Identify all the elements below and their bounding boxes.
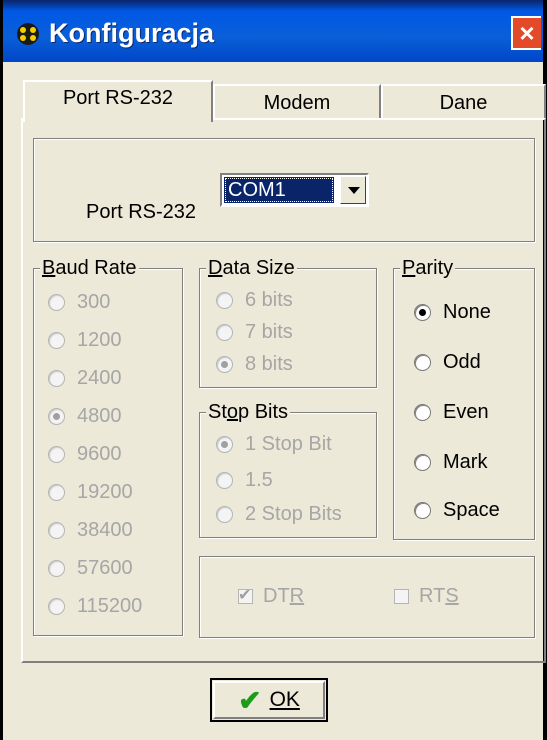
radio-data-7bits[interactable]: 7 bits: [216, 321, 293, 344]
radio-parity-none[interactable]: None: [414, 301, 491, 324]
dialog-window: Konfiguracja × Port RS-232 Modem Dane Po…: [0, 0, 547, 740]
data-size-title: Data Size: [206, 257, 297, 280]
radio-parity-space[interactable]: Space: [414, 499, 500, 522]
radio-baud-38400[interactable]: 38400: [48, 519, 133, 542]
radio-parity-even[interactable]: Even: [414, 401, 489, 424]
tab-modem[interactable]: Modem: [213, 84, 381, 118]
port-group: Port RS-232 COM1: [33, 138, 535, 242]
tab-page: Port RS-232 COM1 Baud Rate 300 1200 2400…: [21, 118, 546, 663]
radio-parity-mark[interactable]: Mark: [414, 451, 487, 474]
chevron-down-icon[interactable]: [340, 176, 366, 204]
radio-data-6bits[interactable]: 6 bits: [216, 289, 293, 312]
radio-baud-1200[interactable]: 1200: [48, 329, 122, 352]
radio-stop-1-5[interactable]: 1.5: [216, 469, 273, 492]
port-select[interactable]: COM1: [220, 173, 369, 207]
check-icon: ✔: [238, 684, 262, 716]
tab-dane[interactable]: Dane: [381, 84, 546, 118]
baud-rate-group: Baud Rate 300 1200 2400 4800 9600 19200 …: [33, 257, 183, 636]
stop-bits-group: Stop Bits 1 Stop Bit 1.5 2 Stop Bits: [199, 401, 377, 538]
check-icon: ✔: [238, 587, 252, 604]
radio-baud-115200[interactable]: 115200: [48, 595, 142, 618]
dtr-checkbox[interactable]: ✔ DT R: [238, 585, 304, 608]
flow-control-group: ✔ DT R RT S: [199, 556, 535, 638]
parity-title: Parity: [400, 257, 456, 280]
tab-port-rs232[interactable]: Port RS-232: [23, 80, 213, 122]
ok-button[interactable]: ✔ OK: [210, 678, 328, 722]
radio-baud-19200[interactable]: 19200: [48, 481, 133, 504]
title-bar[interactable]: Konfiguracja ×: [3, 0, 543, 62]
radio-data-8bits[interactable]: 8 bits: [216, 353, 293, 376]
ok-label: OK: [269, 688, 300, 711]
radio-baud-2400[interactable]: 2400: [48, 367, 122, 390]
radio-baud-9600[interactable]: 9600: [48, 443, 122, 466]
radio-stop-1[interactable]: 1 Stop Bit: [216, 433, 332, 456]
data-size-group: Data Size 6 bits 7 bits 8 bits: [199, 257, 377, 388]
close-icon: ×: [519, 18, 535, 48]
window-title: Konfiguracja: [49, 18, 215, 48]
tab-bar: Port RS-232 Modem Dane: [23, 80, 547, 122]
baud-rate-title: Baud Rate: [40, 257, 139, 280]
radio-baud-300[interactable]: 300: [48, 291, 110, 314]
radio-parity-odd[interactable]: Odd: [414, 351, 481, 374]
port-label: Port RS-232: [86, 201, 197, 223]
radio-stop-2[interactable]: 2 Stop Bits: [216, 503, 342, 526]
close-button[interactable]: ×: [511, 16, 541, 50]
radio-baud-4800[interactable]: 4800: [48, 405, 122, 428]
stop-bits-title: Stop Bits: [206, 401, 291, 424]
app-icon: [17, 23, 39, 45]
parity-group: Parity None Odd Even Mark Space: [393, 257, 535, 540]
radio-baud-57600[interactable]: 57600: [48, 557, 133, 580]
port-select-value: COM1: [224, 177, 334, 203]
rts-checkbox[interactable]: RT S: [394, 585, 459, 608]
